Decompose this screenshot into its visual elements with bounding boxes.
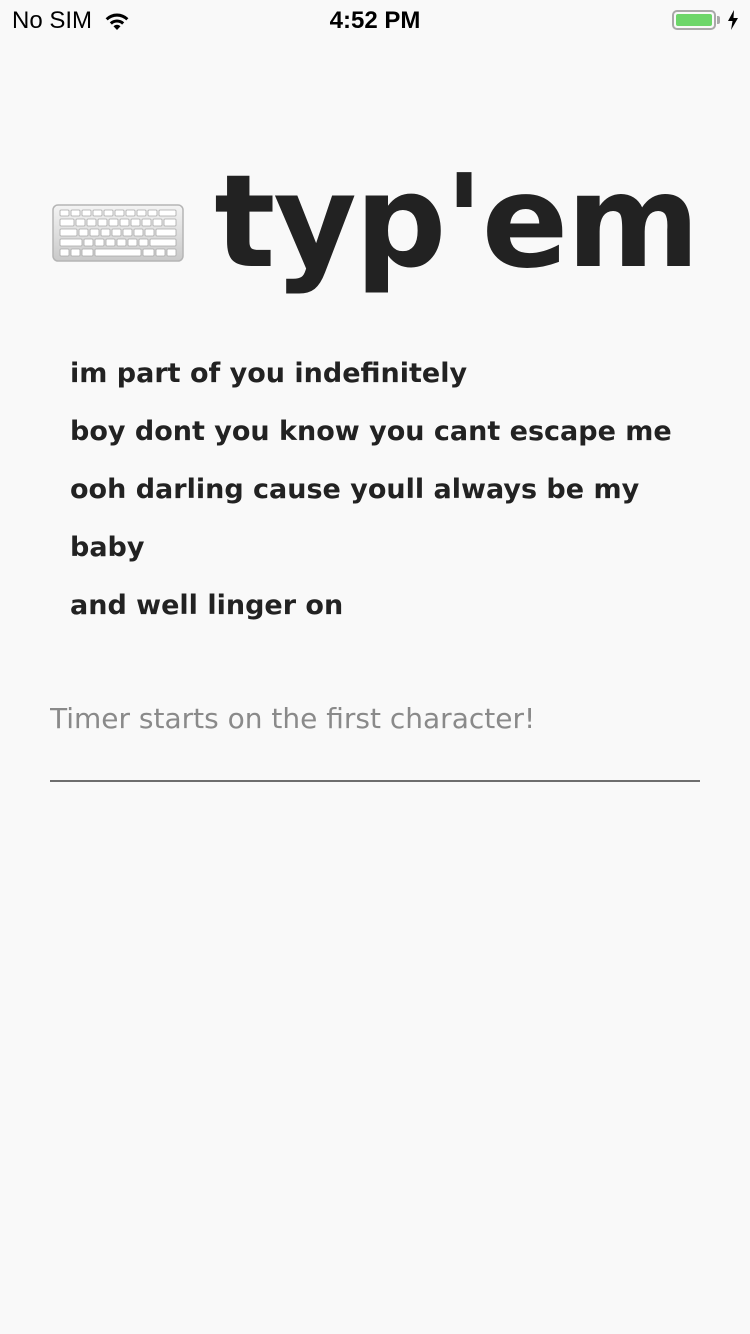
battery-level-fill (676, 14, 712, 26)
status-time: 4:52 PM (329, 7, 421, 34)
prompt-text: im part of you indefinitely boy dont you… (70, 345, 690, 635)
battery-group (672, 9, 740, 31)
prompt-line: baby (70, 532, 145, 563)
typing-input[interactable] (50, 690, 700, 746)
app-header: typ'em (0, 150, 750, 310)
app-title: typ'em (214, 148, 700, 297)
battery-icon (672, 10, 716, 30)
prompt-line: im part of you indefinitely (70, 358, 468, 389)
typing-input-container (50, 690, 700, 782)
bolt-icon (728, 10, 738, 30)
keyboard-icon (52, 204, 184, 262)
status-bar: No SIM 4:52 PM (0, 0, 750, 40)
prompt-line: ooh darling cause youll always be my (70, 474, 640, 505)
battery-cap (717, 16, 720, 24)
prompt-line: boy dont you know you cant escape me (70, 416, 672, 447)
prompt-line: and well linger on (70, 590, 344, 621)
